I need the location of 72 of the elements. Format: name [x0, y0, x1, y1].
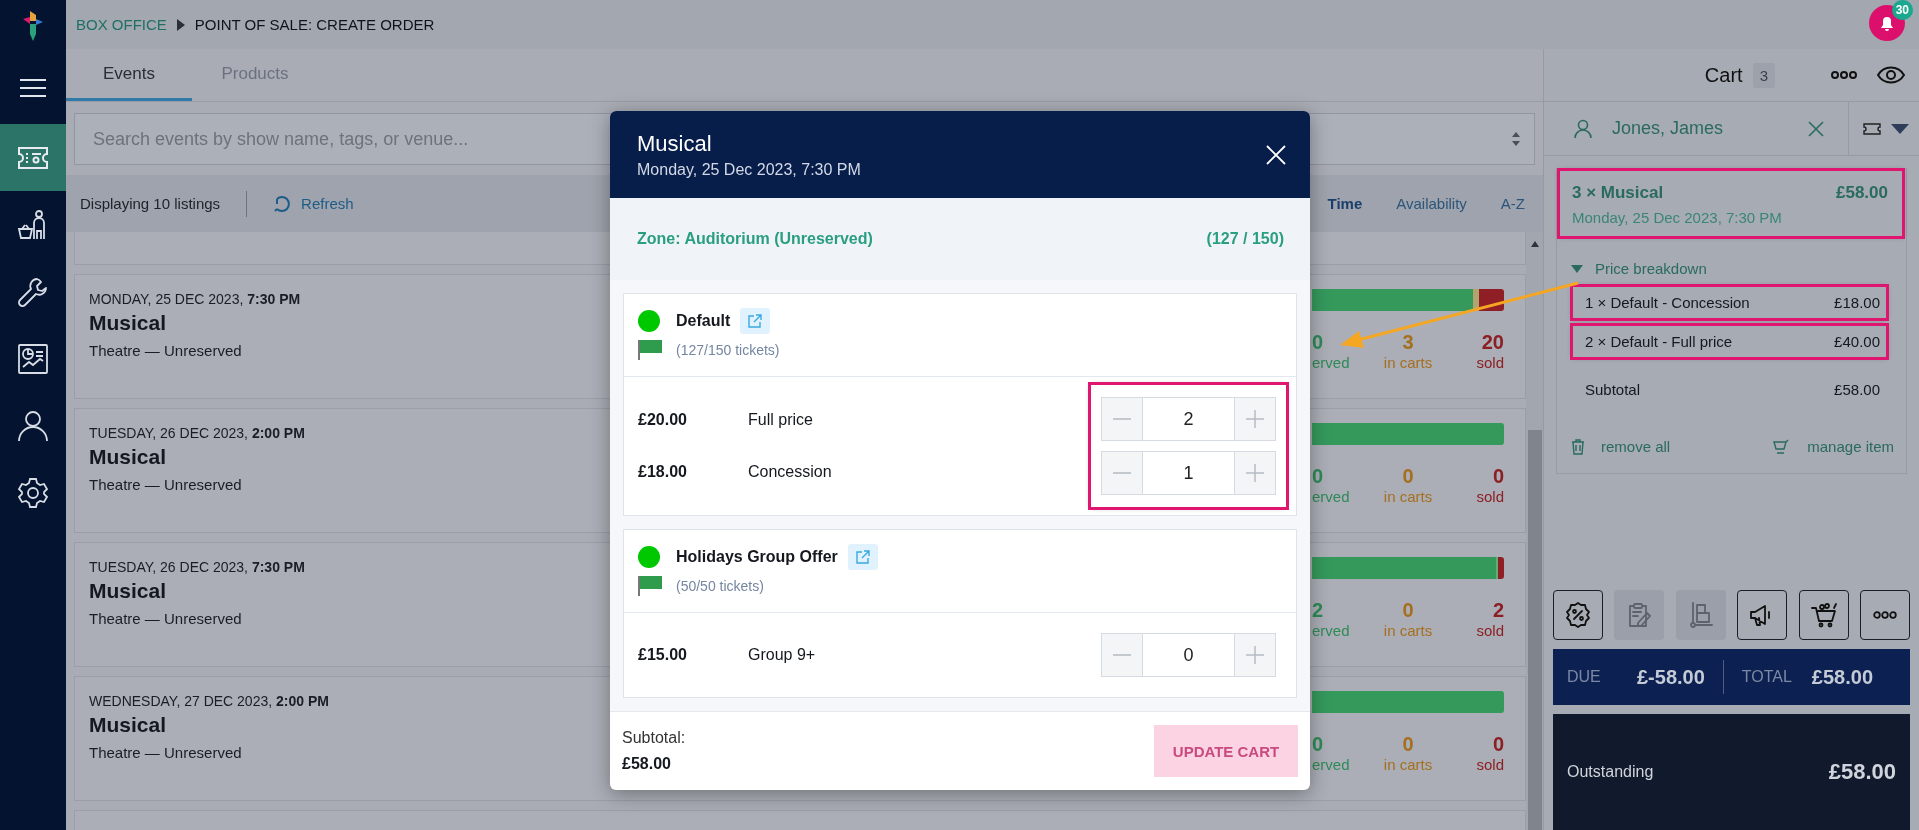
outstanding-label: Outstanding: [1567, 763, 1654, 781]
event-venue: Theatre — Unreserved: [89, 342, 243, 359]
subtotal-label: Subtotal:: [622, 729, 686, 747]
stat-value: 0: [1402, 599, 1414, 622]
stat-label: in carts: [1383, 488, 1433, 505]
zone-name: Zone: Auditorium (Unreserved): [637, 230, 873, 248]
stat-value: 0: [1312, 733, 1324, 756]
line-label: 1 × Default - Concession: [1585, 294, 1750, 311]
stat-value: 0: [1402, 733, 1414, 756]
outstanding-value: £58.00: [1828, 759, 1896, 785]
event-title: Musical: [89, 311, 168, 335]
total-value: £58.00: [1811, 665, 1873, 689]
subtotal-value: £58.00: [1834, 381, 1880, 398]
stat-value: 0: [1312, 465, 1324, 488]
event-title: Musical: [89, 713, 168, 737]
ticket-availability: (50/50 tickets): [676, 578, 765, 594]
event-title: Musical: [89, 579, 168, 603]
stat-label: sold: [1476, 622, 1504, 639]
ticket-price: £15.00: [638, 646, 688, 664]
subtotal-label: Subtotal: [1585, 381, 1641, 398]
stat-value: 3: [1402, 331, 1414, 354]
group-name: Default: [676, 312, 731, 330]
ticket-type: Group 9+: [748, 646, 816, 664]
item-title: 3 × Musical: [1572, 183, 1664, 203]
stat-label: in carts: [1383, 354, 1433, 371]
dialog-subtitle: Monday, 25 Dec 2023, 7:30 PM: [637, 160, 862, 179]
stat-label: erved: [1312, 354, 1350, 371]
dialog-title: Musical: [637, 130, 713, 157]
subtotal-value: £58.00: [622, 755, 672, 773]
notification-count: 30: [1891, 0, 1913, 20]
stat-label: sold: [1476, 488, 1504, 505]
zone-count: (127 / 150): [1206, 230, 1284, 248]
event-title: Musical: [89, 445, 168, 469]
line-price: £18.00: [1834, 294, 1880, 311]
stat-value: 0: [1492, 465, 1504, 488]
event-date: WEDNESDAY, 27 DEC 2023, 2:00 PM: [89, 693, 329, 709]
ticket-price: £18.00: [638, 463, 688, 481]
due-value: £-58.00: [1637, 665, 1705, 689]
ticket-type: Concession: [748, 463, 832, 481]
item-price: £58.00: [1836, 183, 1888, 203]
stat-label: erved: [1312, 622, 1350, 639]
ticket-availability: (127/150 tickets): [676, 342, 781, 358]
listing-count: Displaying 10 listings: [80, 195, 221, 212]
stat-label: in carts: [1383, 756, 1433, 773]
item-date: Monday, 25 Dec 2023, 7:30 PM: [1572, 209, 1783, 226]
line-price: £40.00: [1834, 333, 1880, 350]
stat-label: sold: [1476, 354, 1504, 371]
total-label: TOTAL: [1741, 668, 1793, 686]
event-venue: Theatre — Unreserved: [89, 476, 243, 493]
group-name: Holidays Group Offer: [676, 548, 838, 566]
event-date: TUESDAY, 26 DEC 2023, 7:30 PM: [89, 559, 305, 575]
stat-value: 0: [1312, 331, 1324, 354]
due-label: DUE: [1567, 668, 1602, 686]
line-label: 2 × Default - Full price: [1585, 333, 1733, 350]
stat-label: sold: [1476, 756, 1504, 773]
ticket-type: Full price: [748, 411, 813, 429]
stat-value: 0: [1402, 465, 1414, 488]
stat-value: 2: [1312, 599, 1324, 622]
stat-label: erved: [1312, 756, 1350, 773]
event-date: TUESDAY, 26 DEC 2023, 2:00 PM: [89, 425, 305, 441]
stat-value: 2: [1492, 599, 1504, 622]
stat-value: 20: [1481, 331, 1504, 354]
stat-value: 0: [1492, 733, 1504, 756]
stat-label: in carts: [1383, 622, 1433, 639]
cart-count: 3: [1752, 62, 1775, 88]
ticket-price: £20.00: [638, 411, 688, 429]
stat-label: erved: [1312, 488, 1350, 505]
event-venue: Theatre — Unreserved: [89, 610, 243, 627]
event-venue: Theatre — Unreserved: [89, 744, 243, 761]
cart-title: Cart: [1704, 63, 1743, 87]
page-title: POINT OF SALE: CREATE ORDER: [194, 16, 435, 33]
event-date: MONDAY, 25 DEC 2023, 7:30 PM: [89, 291, 301, 307]
